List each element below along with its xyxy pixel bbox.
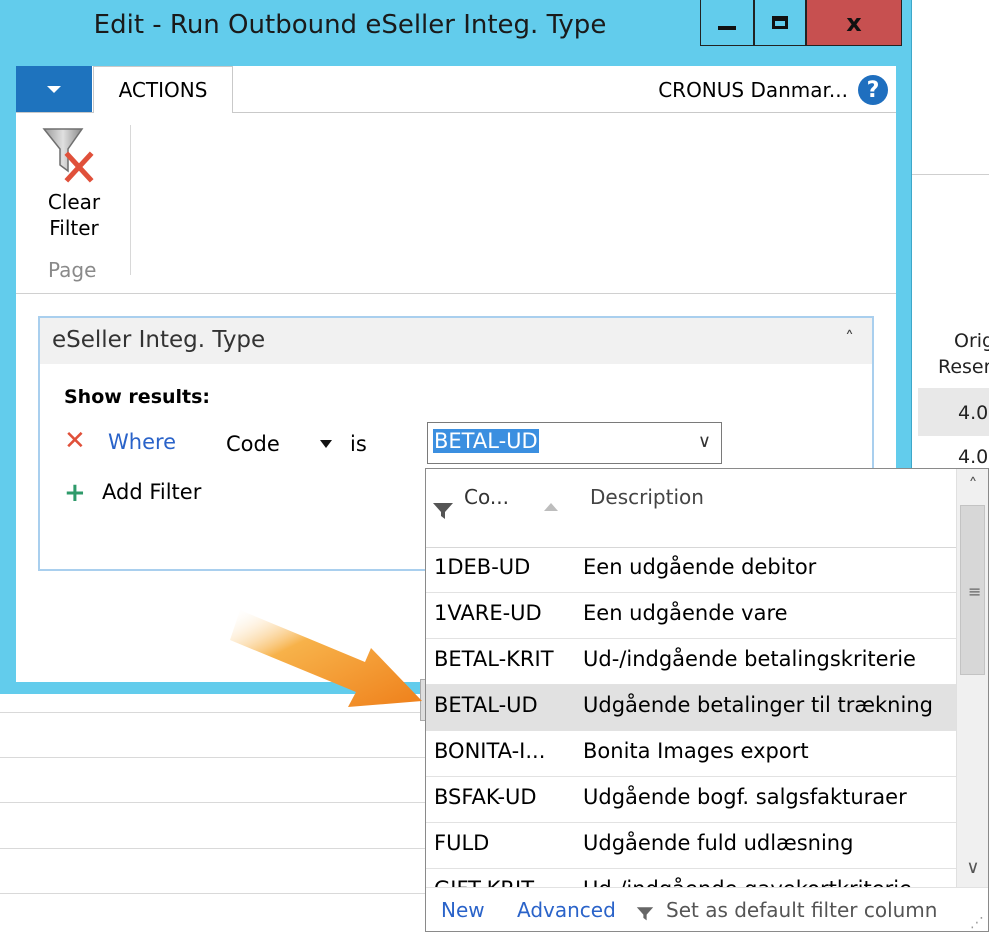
- background-divider: [912, 174, 989, 175]
- company-name[interactable]: CRONUS Danmar...: [658, 78, 848, 102]
- pointer-arrow-icon: [230, 610, 422, 707]
- clear-filter-label-line1: Clear: [47, 190, 101, 214]
- background-column-header-reser: Reser: [938, 356, 989, 378]
- sort-ascending-icon[interactable]: [544, 503, 558, 511]
- minimize-icon: [718, 25, 736, 30]
- set-default-filter-column-link[interactable]: Set as default filter column: [666, 898, 937, 922]
- lookup-row[interactable]: GIFT-KRIT Ud-/indgående gavekortkriterie: [426, 869, 956, 887]
- chevron-down-icon: [47, 85, 61, 93]
- lookup-scrollbar[interactable]: ˄ ≡ ∨: [956, 469, 988, 887]
- scroll-down-icon[interactable]: ∨: [957, 851, 988, 887]
- filter-pane-header[interactable]: eSeller Integ. Type ˄: [40, 318, 872, 364]
- background-column-header-orig: Orig: [954, 330, 989, 352]
- lookup-rows: 1DEB-UD Een udgående debitor 1VARE-UD Een u…: [426, 547, 956, 887]
- filter-icon: [636, 907, 654, 921]
- ribbon-tab-bar: ACTIONS CRONUS Danmar... ?: [16, 66, 896, 113]
- application-menu-button[interactable]: [16, 66, 92, 112]
- column-header-description[interactable]: Description: [590, 485, 704, 509]
- column-header-code[interactable]: Co...: [464, 485, 509, 509]
- chevron-down-icon[interactable]: ∨: [698, 431, 711, 452]
- new-link[interactable]: New: [441, 898, 485, 922]
- add-filter-icon[interactable]: +: [64, 480, 86, 506]
- lookup-row[interactable]: BONITA-I... Bonita Images export: [426, 731, 956, 777]
- lookup-row-code: 1VARE-UD: [434, 601, 542, 625]
- filter-value-input[interactable]: BETAL-UD ∨: [427, 422, 722, 464]
- lookup-row[interactable]: 1DEB-UD Een udgående debitor: [426, 547, 956, 593]
- collapse-icon[interactable]: ˄: [845, 328, 854, 349]
- lookup-row-description: Udgående fuld udlæsning: [583, 831, 854, 855]
- maximize-button[interactable]: [754, 0, 806, 46]
- lookup-row-description: Een udgående debitor: [583, 555, 817, 579]
- lookup-row[interactable]: BSFAK-UD Udgående bogf. salgsfakturaer: [426, 777, 956, 823]
- lookup-footer: New Advanced Set as default filter colum…: [426, 887, 988, 931]
- lookup-row[interactable]: BETAL-KRIT Ud-/indgående betalingskriteri…: [426, 639, 956, 685]
- lookup-row-description: Een udgående vare: [583, 601, 788, 625]
- advanced-link[interactable]: Advanced: [517, 898, 616, 922]
- filter-pane-title: eSeller Integ. Type: [52, 327, 266, 353]
- filter-icon[interactable]: [432, 499, 454, 521]
- clear-filter-icon: [42, 128, 94, 183]
- filter-value-text: BETAL-UD: [433, 429, 539, 453]
- close-button[interactable]: x: [806, 0, 902, 46]
- remove-filter-icon[interactable]: ✕: [64, 428, 86, 454]
- lookup-row-code: BETAL-UD: [434, 693, 538, 717]
- lookup-row-description: Udgående bogf. salgsfakturaer: [583, 785, 907, 809]
- lookup-row-code: BETAL-KRIT: [434, 647, 554, 671]
- lookup-dropdown: Co... Description 1DEB-UD Een udgående de…: [425, 468, 989, 932]
- lookup-row-code: BONITA-I...: [434, 739, 546, 763]
- ribbon: Clear Filter Page: [16, 113, 896, 294]
- add-filter-link[interactable]: Add Filter: [102, 480, 201, 504]
- filter-operator: is: [350, 432, 367, 456]
- lookup-row-description: Udgående betalinger til trækning: [583, 693, 933, 717]
- scroll-grip-icon: ≡: [968, 582, 982, 601]
- minimize-button[interactable]: [700, 0, 754, 46]
- clear-filter-label-line2: Filter: [49, 216, 99, 240]
- resize-grip-icon[interactable]: ⋰: [970, 915, 984, 931]
- lookup-row[interactable]: BETAL-UD Udgående betalinger til trækning: [426, 685, 956, 731]
- lookup-row-description: Bonita Images export: [583, 739, 809, 763]
- lookup-row-description: Ud-/indgående gavekortkriterie: [583, 877, 912, 887]
- lookup-row-description: Ud-/indgående betalingskriterie: [583, 647, 916, 671]
- ribbon-separator: [130, 125, 131, 275]
- background-cell: 4.0: [958, 402, 989, 424]
- tab-actions[interactable]: ACTIONS: [93, 66, 233, 113]
- lookup-row-code: GIFT-KRIT: [434, 877, 534, 887]
- show-results-label: Show results:: [64, 386, 211, 408]
- scroll-thumb[interactable]: ≡: [960, 505, 985, 675]
- background-cell: 4.0: [958, 446, 989, 468]
- scroll-up-icon[interactable]: ˄: [957, 469, 988, 505]
- window-title: Edit - Run Outbound eSeller Integ. Type: [93, 10, 607, 40]
- lookup-row[interactable]: 1VARE-UD Een udgående vare: [426, 593, 956, 639]
- lookup-row-code: BSFAK-UD: [434, 785, 537, 809]
- clear-filter-button[interactable]: Clear Filter: [34, 125, 114, 241]
- help-icon[interactable]: ?: [858, 75, 888, 105]
- maximize-icon: [772, 16, 788, 29]
- lookup-row[interactable]: FULD Udgående fuld udlæsning: [426, 823, 956, 869]
- close-icon: x: [846, 8, 862, 37]
- ribbon-group-label: Page: [48, 258, 97, 282]
- where-label: Where: [108, 430, 177, 454]
- lookup-row-code: FULD: [434, 831, 490, 855]
- filter-field-selector[interactable]: Code: [226, 432, 280, 456]
- field-dropdown-icon[interactable]: [320, 440, 332, 448]
- lookup-row-code: 1DEB-UD: [434, 555, 531, 579]
- lookup-header: Co... Description: [426, 469, 956, 548]
